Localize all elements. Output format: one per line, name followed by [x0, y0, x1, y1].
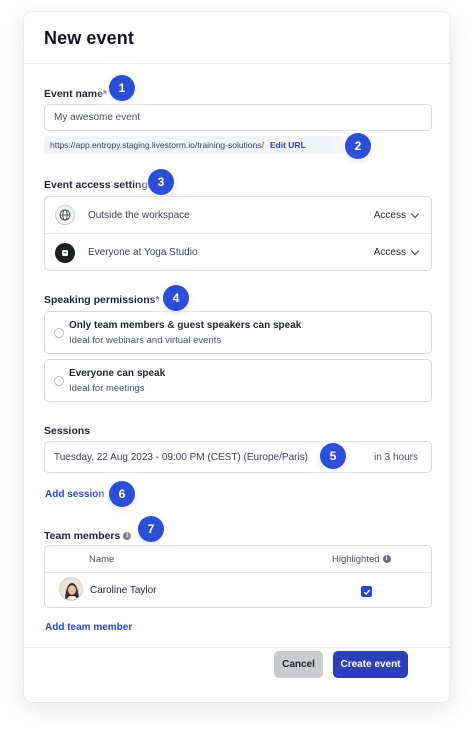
edit-url-link[interactable]: Edit URL [270, 140, 306, 150]
event-name-label: Event name* [44, 88, 108, 100]
column-name-header: Name [89, 554, 115, 565]
avatar [59, 577, 83, 601]
table-header: Name Highlighted i [45, 546, 431, 573]
info-icon[interactable]: i [123, 532, 132, 541]
column-highlighted-header: Highlighted i [332, 554, 391, 565]
header-divider [24, 63, 450, 64]
globe-icon [55, 205, 75, 225]
access-settings-label: Event access settings [44, 179, 154, 191]
organization-icon [55, 242, 75, 263]
callout-badge-1: 1 [109, 75, 135, 101]
callout-badge-3: 3 [148, 169, 174, 195]
sessions-label: Sessions [44, 425, 91, 437]
speaking-option-everyone[interactable]: Everyone can speak Ideal for meetings [44, 359, 432, 402]
speaking-permissions-text: Speaking permissions* [44, 294, 160, 306]
callout-badge-7: 7 [138, 516, 164, 542]
event-url: https://app.entropy.staging.livestorm.io… [44, 136, 344, 154]
speaking-option-title: Everyone can speak [69, 368, 166, 379]
event-url-text: https://app.entropy.staging.livestorm.io… [50, 140, 264, 150]
callout-badge-6: 6 [109, 481, 135, 507]
radio-button[interactable] [54, 376, 64, 386]
access-row-outside-workspace: Outside the workspace Access [45, 197, 431, 234]
access-dropdown-label[interactable]: Access [374, 247, 406, 258]
speaking-option-title: Only team members & guest speakers can s… [69, 320, 302, 331]
column-highlighted-text: Highlighted [332, 554, 380, 565]
new-event-modal: New event Event name* My awesome event h… [24, 12, 450, 702]
modal-title: New event [44, 28, 134, 48]
footer-divider [24, 647, 450, 648]
add-team-member-link[interactable]: Add team member [45, 622, 132, 633]
cancel-button[interactable]: Cancel [274, 651, 323, 678]
callout-badge-5: 5 [320, 443, 346, 469]
table-row: Caroline Taylor [45, 574, 431, 608]
session-relative-time: in 3 hours [374, 451, 418, 463]
highlighted-checkbox[interactable] [361, 586, 372, 597]
create-event-button[interactable]: Create event [333, 651, 408, 678]
session-row[interactable]: Tuesday, 22 Aug 2023 - 09:00 PM (CEST) (… [44, 441, 432, 473]
speaking-option-subtitle: Ideal for webinars and virtual events [69, 335, 222, 346]
check-icon [363, 588, 370, 595]
access-row-organization: Everyone at Yoga Studio Access [45, 234, 431, 271]
callout-badge-2: 2 [345, 133, 371, 159]
callout-badge-4: 4 [163, 285, 189, 311]
access-dropdown-label[interactable]: Access [374, 210, 406, 221]
team-members-table: Name Highlighted i Caroline Taylor [44, 545, 432, 608]
chevron-down-icon[interactable] [410, 209, 420, 218]
team-members-label: Team members i [44, 530, 132, 542]
event-name-input[interactable]: My awesome event [44, 104, 432, 131]
event-name-value: My awesome event [54, 112, 141, 123]
chevron-down-icon[interactable] [410, 246, 420, 256]
access-settings-list: Outside the workspace Access Everyone at… [44, 196, 432, 271]
add-session-link[interactable]: Add session [45, 489, 104, 500]
member-name: Caroline Taylor [90, 585, 157, 596]
radio-button[interactable] [54, 328, 64, 338]
speaking-permissions-label: Speaking permissions*i [44, 294, 171, 306]
speaking-option-team[interactable]: Only team members & guest speakers can s… [44, 311, 432, 354]
access-row-name: Outside the workspace [88, 209, 190, 221]
info-icon[interactable]: i [382, 555, 391, 564]
access-row-name: Everyone at Yoga Studio [88, 247, 198, 258]
team-members-text: Team members [44, 530, 121, 542]
speaking-option-subtitle: Ideal for meetings [69, 383, 145, 394]
